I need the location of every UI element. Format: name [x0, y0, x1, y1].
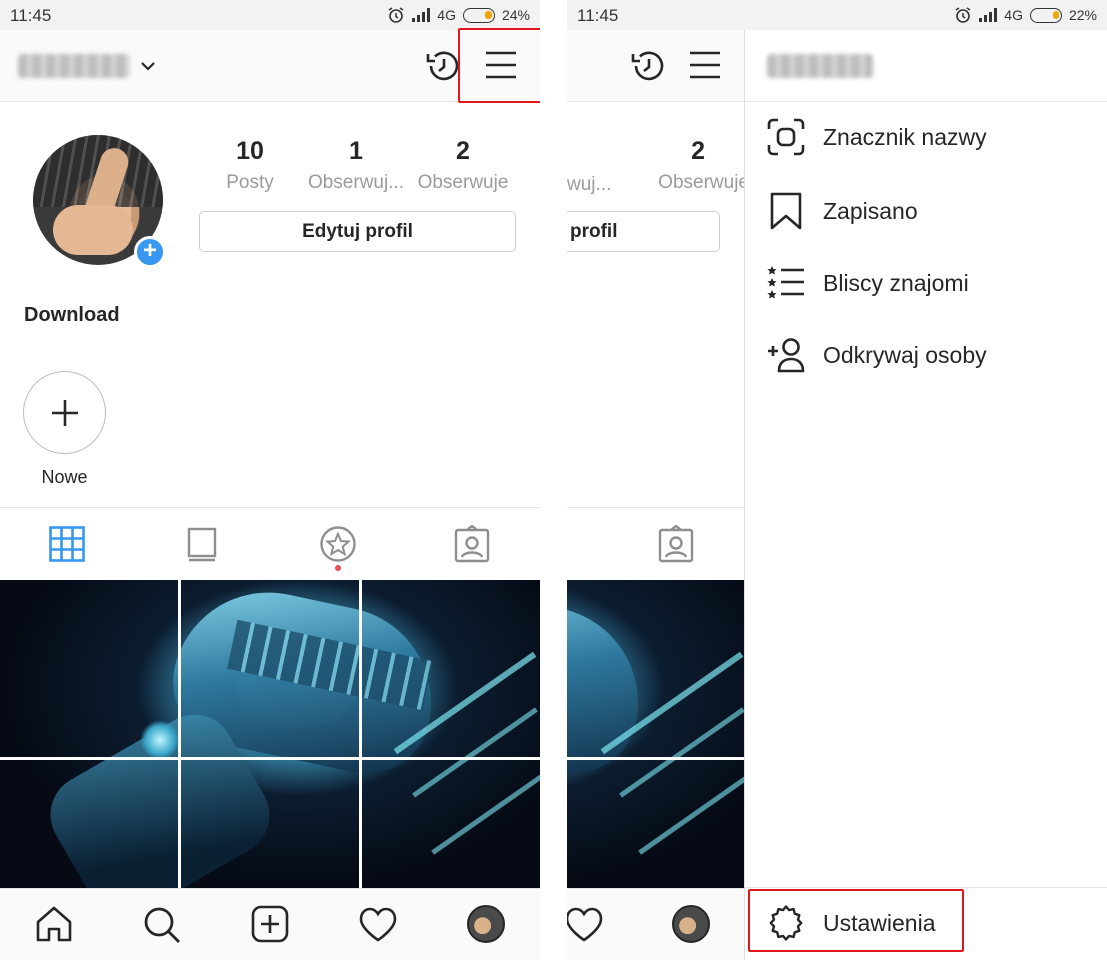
close-friends-icon: [767, 266, 804, 299]
alarm-icon: [955, 7, 971, 23]
settings-highlight-box: [748, 889, 964, 952]
bookmark-icon: [770, 192, 802, 230]
network-type-right: 4G: [1004, 7, 1023, 23]
followers-label: Obserwuj...: [307, 172, 405, 193]
feed-view-icon[interactable]: [186, 526, 218, 562]
home-icon[interactable]: [35, 905, 73, 943]
plus-icon: [52, 400, 78, 426]
notification-dot: [335, 565, 341, 571]
search-icon[interactable]: [142, 905, 182, 945]
status-bar: 11:45 4G 24%: [0, 0, 540, 30]
following-label: Obserwuje: [417, 172, 509, 193]
archive-history-icon[interactable]: [628, 46, 668, 86]
hamburger-menu-icon[interactable]: [688, 48, 722, 82]
menu-item-discover-people[interactable]: Odkrywaj osoby: [767, 336, 987, 374]
posts-label: Posty: [226, 172, 274, 193]
grid-view-icon[interactable]: [49, 526, 85, 562]
menu-item-label: Bliscy znajomi: [823, 269, 969, 296]
new-highlight-button[interactable]: [23, 371, 106, 454]
followers-count: 1: [349, 137, 363, 165]
profile-header: [0, 28, 540, 103]
signal-icon: [979, 8, 998, 22]
menu-item-saved[interactable]: Zapisano: [767, 192, 918, 230]
screenshot-divider: [540, 0, 567, 960]
alarm-icon: [388, 7, 404, 23]
drawer-divider: [745, 887, 1107, 888]
profile-screen: 11:45 4G 24% + 10 Posty 1 Obserwuj... 2 …: [0, 0, 540, 960]
following-label-right: Obserwuje: [658, 172, 749, 193]
profile-display-name: Download: [24, 304, 120, 326]
battery-percent: 24%: [501, 7, 530, 23]
add-story-icon[interactable]: +: [134, 236, 166, 268]
profile-screen-with-drawer: 11:45 4G 22% 2 Obserwuje wuj... profil Z…: [567, 0, 1107, 960]
signal-icon: [412, 8, 431, 22]
nametag-icon: [767, 118, 805, 156]
tagged-photos-icon[interactable]: [658, 525, 694, 563]
following-stat[interactable]: 2 Obserwuje: [413, 137, 513, 194]
posts-stat[interactable]: 10 Posty: [220, 137, 280, 194]
activity-heart-icon[interactable]: [359, 907, 397, 943]
add-person-icon: [768, 338, 805, 373]
menu-item-close-friends[interactable]: Bliscy znajomi: [767, 264, 969, 302]
bottom-navigation: [0, 888, 540, 960]
new-post-icon[interactable]: [251, 905, 289, 943]
username-blurred[interactable]: [18, 54, 130, 78]
drawer-username-blurred: [767, 54, 873, 78]
side-drawer-menu: Znacznik nazwy Zapisano Bliscy znajomi O…: [744, 30, 1107, 960]
archive-history-icon[interactable]: [423, 46, 463, 86]
status-time: 11:45: [10, 6, 52, 25]
menu-item-label: Znacznik nazwy: [823, 123, 987, 150]
activity-heart-icon[interactable]: [567, 907, 603, 943]
menu-item-label: Odkrywaj osoby: [823, 341, 987, 368]
chevron-down-icon[interactable]: [140, 60, 156, 72]
network-type: 4G: [437, 7, 456, 23]
following-count-right: 2: [691, 137, 705, 165]
following-stat-partial[interactable]: 2 Obserwuje: [609, 137, 749, 194]
battery-icon: [1029, 7, 1062, 23]
posts-count: 10: [236, 137, 264, 165]
new-highlight-label: Nowe: [41, 467, 88, 487]
status-time-right: 11:45: [577, 6, 619, 25]
battery-percent-right: 22%: [1068, 7, 1097, 23]
status-bar-right: 11:45 4G 22%: [567, 0, 1107, 30]
battery-icon: [462, 7, 495, 23]
edit-profile-button[interactable]: Edytuj profil: [199, 211, 516, 252]
drawer-header: [745, 30, 1107, 102]
menu-item-nametag[interactable]: Znacznik nazwy: [767, 118, 987, 156]
menu-highlight-box: [458, 28, 540, 103]
starred-tab-icon[interactable]: [319, 525, 357, 563]
profile-tab-avatar[interactable]: [672, 905, 710, 943]
menu-item-label: Zapisano: [823, 197, 918, 224]
profile-tab-avatar[interactable]: [467, 905, 505, 943]
edit-profile-button-partial[interactable]: profil: [567, 211, 720, 252]
profile-tabs: [0, 507, 540, 580]
followers-stat[interactable]: 1 Obserwuj...: [300, 137, 412, 194]
following-count: 2: [456, 137, 470, 165]
tagged-photos-icon[interactable]: [454, 525, 490, 563]
followers-label-partial: wuj...: [567, 174, 612, 195]
posts-grid[interactable]: [0, 580, 540, 888]
